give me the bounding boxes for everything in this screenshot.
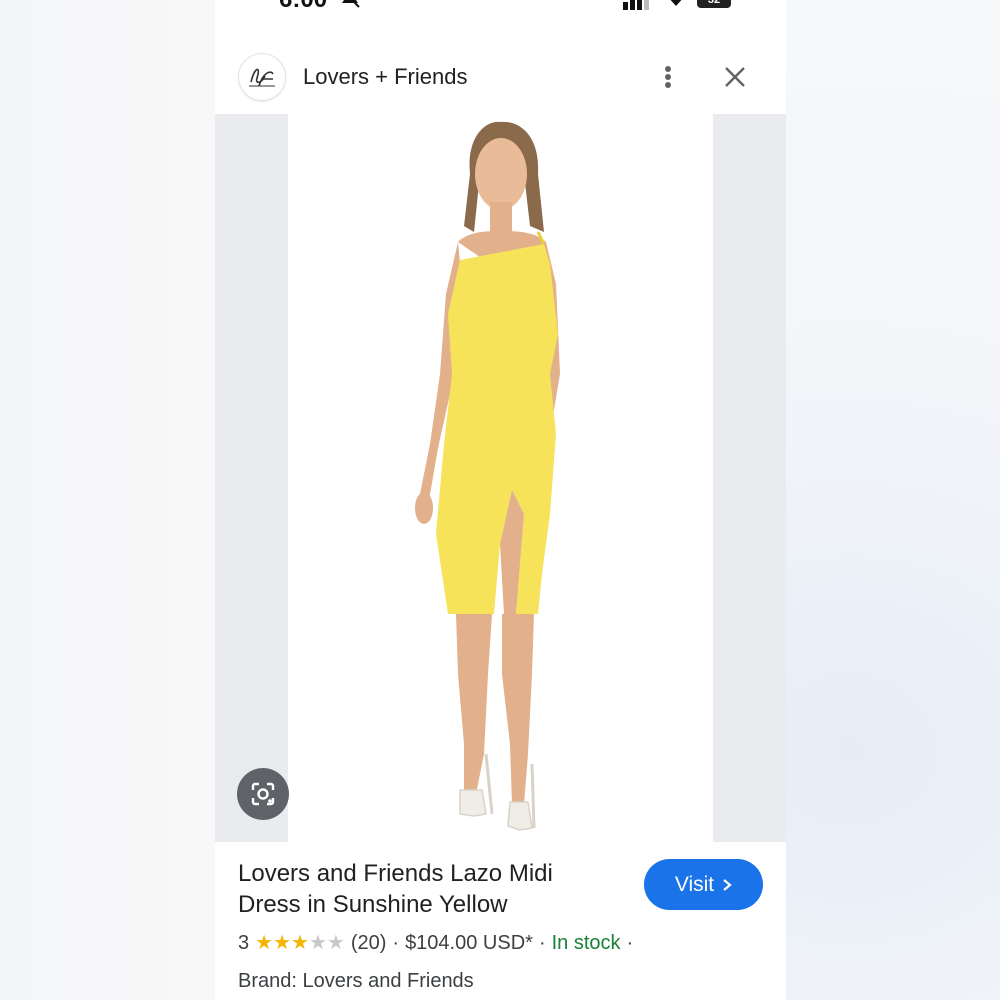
status-bar: 6:00 32 — [215, 0, 786, 13]
wifi-icon — [670, 0, 682, 6]
more-options-button[interactable] — [652, 60, 684, 94]
price: $104.00 USD* — [405, 931, 533, 954]
image-viewer — [215, 114, 786, 842]
brand-label: Brand: Lovers and Friends — [238, 970, 474, 992]
product-meta: 3 ★ ★ ★ ★ ★ (20) · $104.00 USD* · In stock · — [238, 929, 633, 957]
chevron-right-icon — [723, 878, 732, 891]
site-name[interactable]: Lovers + Friends — [303, 64, 467, 90]
separator: · — [538, 931, 546, 954]
separator: · — [626, 931, 634, 954]
phone-screen: 6:00 32 Lovers + Friends — [215, 0, 786, 1000]
battery-level: 32 — [707, 0, 721, 6]
rating-value: 3 — [238, 931, 250, 954]
more-vert-icon — [665, 66, 671, 88]
battery-icon: 32 — [697, 0, 731, 8]
product-image[interactable] — [288, 114, 713, 842]
rating-stars: ★ ★ ★ ★ ★ — [255, 933, 345, 953]
star-empty-icon: ★ — [326, 932, 345, 954]
star-filled-icon: ★ — [273, 932, 291, 954]
model-dress-illustration — [415, 121, 560, 831]
status-time: 6:00 — [279, 0, 327, 14]
visit-button[interactable]: Visit — [644, 859, 763, 910]
star-filled-icon: ★ — [291, 932, 309, 954]
star-filled-icon: ★ — [255, 932, 274, 954]
close-icon — [725, 67, 745, 87]
lens-search-button[interactable] — [237, 768, 289, 820]
review-count[interactable]: (20) — [351, 932, 387, 955]
bell-off-icon — [342, 0, 360, 8]
close-button[interactable] — [717, 60, 753, 94]
visit-label: Visit — [674, 872, 715, 896]
separator: · — [392, 931, 400, 954]
star-empty-icon: ★ — [308, 932, 327, 954]
site-logo[interactable] — [238, 53, 286, 101]
lens-search-icon — [251, 782, 275, 806]
header: Lovers + Friends — [215, 50, 786, 114]
signal-icon — [623, 0, 649, 10]
background-left — [0, 0, 215, 1000]
stock-status: In stock — [551, 931, 621, 954]
logo-monogram-icon — [249, 68, 275, 87]
product-title: Lovers and Friends Lazo Midi Dress in Su… — [238, 860, 553, 918]
